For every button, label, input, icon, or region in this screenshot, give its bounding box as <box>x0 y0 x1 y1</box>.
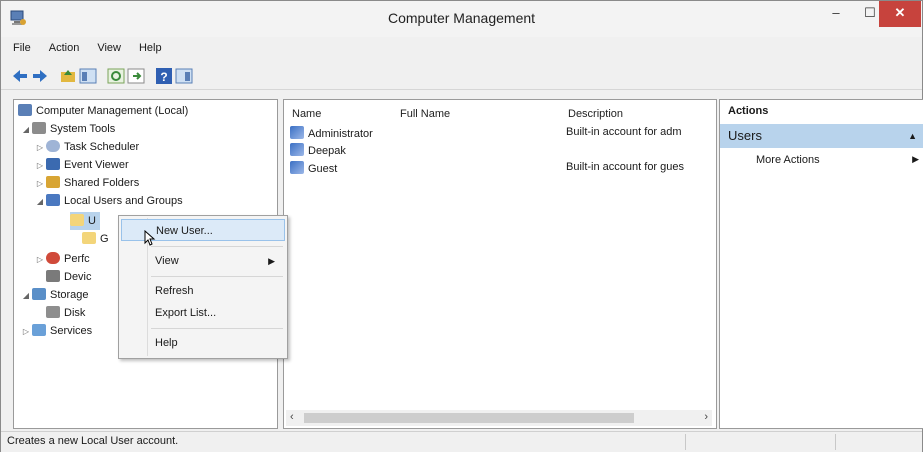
context-menu-help[interactable]: Help <box>121 332 285 354</box>
column-header-description[interactable]: Description <box>568 108 623 120</box>
column-header-name[interactable]: Name <box>292 108 321 120</box>
computer-management-icon <box>18 104 32 116</box>
tree-item-event-viewer[interactable]: ▷ Event Viewer <box>34 156 129 174</box>
context-menu-refresh[interactable]: Refresh <box>121 280 285 302</box>
expand-icon[interactable]: ▷ <box>34 175 46 193</box>
tree-item-performance[interactable]: ▷ Perfc <box>34 250 90 268</box>
actions-section-users[interactable]: Users ▲ <box>720 124 923 148</box>
tree-item-task-scheduler[interactable]: ▷ Task Scheduler <box>34 138 139 156</box>
context-menu-export-list[interactable]: Export List... <box>121 302 285 324</box>
scroll-left-icon[interactable]: ‹ <box>290 411 294 423</box>
services-icon <box>32 324 46 336</box>
show-hide-tree-icon[interactable] <box>79 67 97 85</box>
tree-item-disk-management[interactable]: Disk <box>46 304 85 322</box>
user-icon <box>290 143 304 156</box>
status-text: Creates a new Local User account. <box>7 435 179 447</box>
users-icon <box>46 194 60 206</box>
window-title: Computer Management <box>387 10 536 26</box>
user-icon <box>290 126 304 139</box>
collapse-icon[interactable]: ◢ <box>34 193 46 211</box>
back-icon[interactable] <box>11 67 29 85</box>
context-menu-view[interactable]: View ▶ <box>121 250 285 272</box>
close-button[interactable]: ✕ <box>879 1 921 27</box>
tools-icon <box>32 122 46 134</box>
help-icon[interactable]: ? <box>155 67 173 85</box>
scroll-thumb[interactable] <box>304 413 634 423</box>
tree-item-local-users-and-groups[interactable]: ◢ Local Users and Groups <box>34 192 183 210</box>
menu-action[interactable]: Action <box>43 39 86 57</box>
menu-help[interactable]: Help <box>133 39 168 57</box>
column-header-full-name[interactable]: Full Name <box>400 108 450 120</box>
collapse-icon[interactable]: ◢ <box>20 287 32 305</box>
collapse-icon[interactable]: ◢ <box>20 121 32 139</box>
list-item-administrator[interactable]: Administrator <box>290 126 373 142</box>
actions-header: Actions <box>728 105 769 117</box>
status-divider <box>835 434 836 450</box>
collapse-caret-icon[interactable]: ▲ <box>908 124 917 148</box>
forward-icon[interactable] <box>31 67 49 85</box>
event-viewer-icon <box>46 158 60 170</box>
description-cell: Built-in account for gues <box>566 161 685 173</box>
description-cell: Built-in account for adm <box>566 126 682 138</box>
clock-icon <box>46 140 60 152</box>
tree-item-system-tools[interactable]: ◢ System Tools <box>20 120 115 138</box>
refresh-icon[interactable] <box>107 67 125 85</box>
status-bar: Creates a new Local User account. <box>1 431 922 452</box>
tree-item-computer-management[interactable]: Computer Management (Local) <box>18 102 188 120</box>
up-folder-icon[interactable] <box>59 67 77 85</box>
toolbar: ? <box>1 63 922 90</box>
expand-icon[interactable]: ▷ <box>34 157 46 175</box>
storage-icon <box>32 288 46 300</box>
svg-text:?: ? <box>160 70 167 84</box>
performance-icon <box>46 252 60 264</box>
computer-management-window: Computer Management – ☐ ✕ File Action View… <box>0 0 923 452</box>
title-bar: Computer Management – ☐ ✕ <box>1 1 922 37</box>
tree-item-users[interactable]: U <box>70 212 100 230</box>
tree-item-device-manager[interactable]: Devic <box>46 268 92 286</box>
mouse-cursor-icon <box>144 230 156 246</box>
device-manager-icon <box>46 270 60 282</box>
menu-view[interactable]: View <box>91 39 127 57</box>
shared-folder-icon <box>46 176 60 188</box>
menu-bar: File Action View Help <box>1 39 922 61</box>
tree-item-groups[interactable]: G <box>82 230 109 248</box>
scroll-right-icon[interactable]: › <box>704 411 708 423</box>
context-menu-separator <box>151 246 283 247</box>
tree-item-storage[interactable]: ◢ Storage <box>20 286 89 304</box>
list-item-guest[interactable]: Guest <box>290 161 337 177</box>
more-actions-link[interactable]: More Actions <box>756 154 820 166</box>
folder-icon <box>70 214 84 226</box>
actions-pane: Actions Users ▲ More Actions ▶ <box>719 99 923 429</box>
folder-icon <box>82 232 96 244</box>
horizontal-scrollbar[interactable]: ‹ › <box>286 410 712 426</box>
submenu-arrow-icon: ▶ <box>268 256 275 266</box>
user-icon <box>290 161 304 174</box>
minimize-button[interactable]: – <box>819 1 853 27</box>
expand-icon[interactable]: ▷ <box>20 323 32 341</box>
show-hide-action-pane-icon[interactable] <box>175 67 193 85</box>
disk-icon <box>46 306 60 318</box>
expand-icon[interactable]: ▷ <box>34 139 46 157</box>
expand-icon[interactable]: ▷ <box>34 251 46 269</box>
users-list[interactable]: Name Full Name Description Administrator… <box>283 99 717 429</box>
status-divider <box>685 434 686 450</box>
context-menu-separator <box>151 276 283 277</box>
context-menu-separator <box>151 328 283 329</box>
export-list-icon[interactable] <box>127 67 145 85</box>
tree-item-services[interactable]: ▷ Services <box>20 322 92 340</box>
menu-file[interactable]: File <box>7 39 37 57</box>
list-item-deepak[interactable]: Deepak <box>290 143 346 159</box>
submenu-arrow-icon: ▶ <box>912 154 919 164</box>
tree-item-shared-folders[interactable]: ▷ Shared Folders <box>34 174 139 192</box>
